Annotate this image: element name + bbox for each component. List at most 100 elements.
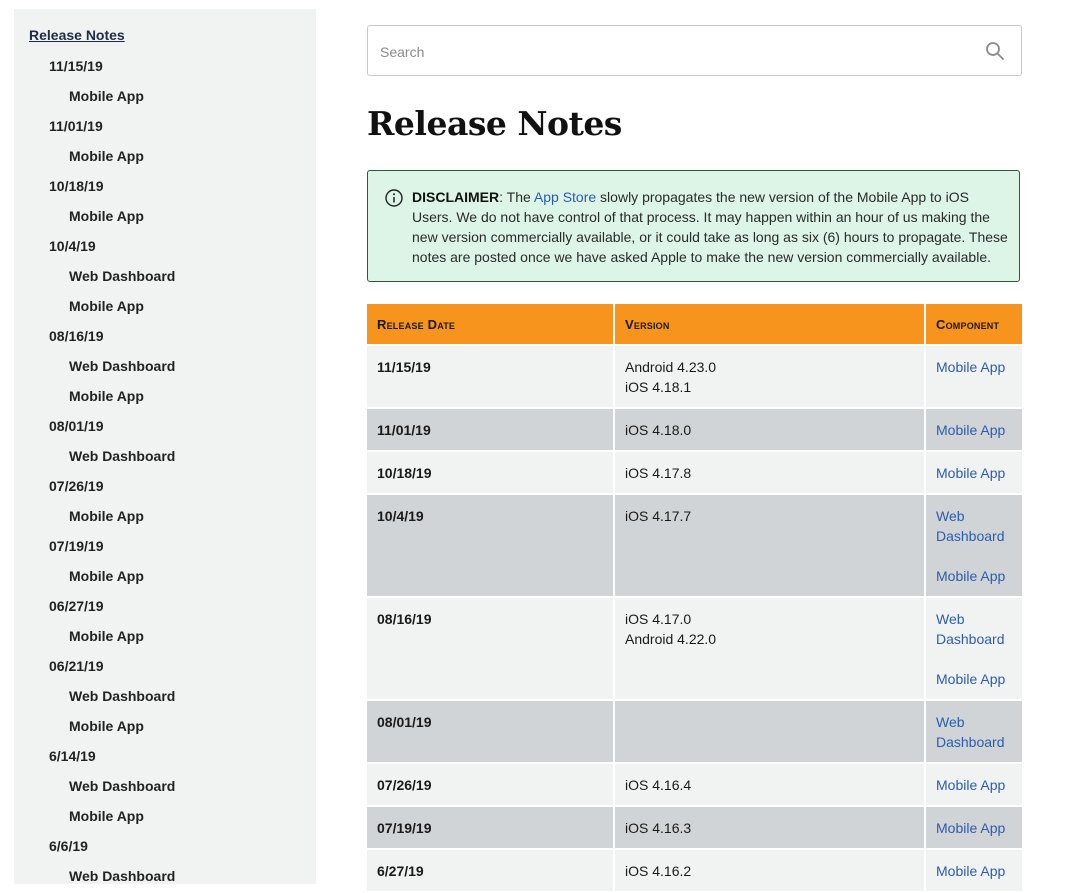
sidebar-component-link[interactable]: Mobile App xyxy=(14,141,316,171)
version-text: iOS 4.16.3 xyxy=(625,820,692,836)
component-cell: Mobile App xyxy=(926,409,1022,450)
release-date-cell: 11/01/19 xyxy=(367,409,613,450)
sidebar-date-link[interactable]: 08/01/19 xyxy=(14,411,316,441)
sidebar-list: 11/15/19 Mobile App 11/01/19 Mobile App 10/1… xyxy=(14,51,316,884)
sidebar-component-link[interactable]: Web Dashboard xyxy=(14,261,316,291)
component-cell: Mobile App xyxy=(926,452,1022,493)
component-link[interactable]: Mobile App xyxy=(936,357,1012,377)
component-cell: Web Dashboard xyxy=(926,701,1022,762)
sidebar-component-link[interactable]: Mobile App xyxy=(14,711,316,741)
sidebar-component-link[interactable]: Mobile App xyxy=(14,201,316,231)
component-link[interactable]: Mobile App xyxy=(936,775,1012,795)
search-input[interactable] xyxy=(378,26,972,77)
sidebar-date-link[interactable]: 07/19/19 xyxy=(14,531,316,561)
component-link[interactable]: Mobile App xyxy=(936,818,1012,838)
sidebar-component-link[interactable]: Mobile App xyxy=(14,81,316,111)
component-link[interactable]: Web Dashboard xyxy=(936,506,1012,546)
release-date-cell: 07/26/19 xyxy=(367,764,613,805)
release-notes-table: Release Date Version Component 11/15/19 A… xyxy=(365,302,1024,893)
sidebar-date-link[interactable]: 06/21/19 xyxy=(14,651,316,681)
sidebar-component-link[interactable]: Web Dashboard xyxy=(14,681,316,711)
version-text: iOS 4.17.7 xyxy=(625,508,692,524)
component-link[interactable]: Mobile App xyxy=(936,566,1012,586)
disclaimer-text: DISCLAIMER: The App Store slowly propaga… xyxy=(412,187,1008,267)
version-text: iOS 4.18.0 xyxy=(625,422,692,438)
component-cell: Mobile App xyxy=(926,764,1022,805)
version-cell: iOS 4.16.2 xyxy=(615,850,924,891)
sidebar-component-link[interactable]: Web Dashboard xyxy=(14,441,316,471)
component-cell: Web Dashboard Mobile App xyxy=(926,598,1022,699)
table-header-row: Release Date Version Component xyxy=(367,304,1022,344)
release-date-cell: 6/27/19 xyxy=(367,850,613,891)
component-link[interactable]: Web Dashboard xyxy=(936,609,1012,649)
table-body: 11/15/19 Android 4.23.0 iOS 4.18.1 Mobile A… xyxy=(367,346,1022,891)
component-link[interactable]: Mobile App xyxy=(936,463,1012,483)
component-cell: Mobile App xyxy=(926,850,1022,891)
sidebar-date-link[interactable]: 06/27/19 xyxy=(14,591,316,621)
table-row: 11/15/19 Android 4.23.0 iOS 4.18.1 Mobile A… xyxy=(367,346,1022,407)
sidebar-nav: Release Notes 11/15/19 Mobile App 11/01/19… xyxy=(14,9,316,884)
disclaimer-label: DISCLAIMER xyxy=(412,189,500,205)
header-version: Version xyxy=(615,304,924,344)
version-text: Android 4.23.0 xyxy=(625,359,717,375)
table-row: 11/01/19 iOS 4.18.0 Mobile App xyxy=(367,409,1022,450)
version-text: iOS 4.16.4 xyxy=(625,777,692,793)
release-date-cell: 11/15/19 xyxy=(367,346,613,407)
sidebar-date-link[interactable]: 6/6/19 xyxy=(14,831,316,861)
release-date-cell: 07/19/19 xyxy=(367,807,613,848)
sidebar-component-link[interactable]: Web Dashboard xyxy=(14,351,316,381)
release-date-cell: 08/01/19 xyxy=(367,701,613,762)
table-row: 08/01/19 Web Dashboard xyxy=(367,701,1022,762)
header-component: Component xyxy=(926,304,1022,344)
version-text: iOS 4.18.1 xyxy=(625,379,692,395)
sidebar-component-link[interactable]: Mobile App xyxy=(14,561,316,591)
component-link[interactable]: Mobile App xyxy=(936,861,1012,881)
sidebar-date-link[interactable]: 10/18/19 xyxy=(14,171,316,201)
sidebar-component-link[interactable]: Mobile App xyxy=(14,621,316,651)
disclaimer-text-prefix: : The xyxy=(499,189,534,205)
sidebar-component-link[interactable]: Mobile App xyxy=(14,291,316,321)
release-date-cell: 08/16/19 xyxy=(367,598,613,699)
search-icon[interactable] xyxy=(985,41,1005,61)
component-link[interactable]: Web Dashboard xyxy=(936,712,1012,752)
sidebar-date-link[interactable]: 11/15/19 xyxy=(14,51,316,81)
page-title: Release Notes xyxy=(367,104,622,143)
sidebar-component-link[interactable]: Web Dashboard xyxy=(14,861,316,884)
app-store-link[interactable]: App Store xyxy=(534,189,596,205)
table-row: 10/4/19 iOS 4.17.7 Web Dashboard Mobile App xyxy=(367,495,1022,596)
component-link[interactable]: Mobile App xyxy=(936,669,1012,689)
search-bar xyxy=(367,25,1022,77)
component-cell: Mobile App xyxy=(926,807,1022,848)
disclaimer-box: DISCLAIMER: The App Store slowly propaga… xyxy=(367,170,1020,282)
sidebar-date-link[interactable]: 07/26/19 xyxy=(14,471,316,501)
component-cell: Mobile App xyxy=(926,346,1022,407)
sidebar-date-link[interactable]: 08/16/19 xyxy=(14,321,316,351)
version-text: iOS 4.17.0 xyxy=(625,611,692,627)
sidebar-date-link[interactable]: 6/14/19 xyxy=(14,741,316,771)
info-icon xyxy=(385,189,403,207)
sidebar-root-link[interactable]: Release Notes xyxy=(29,27,125,43)
version-cell: iOS 4.18.0 xyxy=(615,409,924,450)
sidebar-date-link[interactable]: 11/01/19 xyxy=(14,111,316,141)
table-row: 6/27/19 iOS 4.16.2 Mobile App xyxy=(367,850,1022,891)
version-cell: iOS 4.17.0 Android 4.22.0 xyxy=(615,598,924,699)
sidebar-component-link[interactable]: Mobile App xyxy=(14,381,316,411)
version-text: Android 4.22.0 xyxy=(625,631,717,647)
table-row: 07/26/19 iOS 4.16.4 Mobile App xyxy=(367,764,1022,805)
sidebar-component-link[interactable]: Web Dashboard xyxy=(14,771,316,801)
sidebar-component-link[interactable]: Mobile App xyxy=(14,801,316,831)
component-link[interactable]: Mobile App xyxy=(936,420,1012,440)
version-cell: iOS 4.16.3 xyxy=(615,807,924,848)
component-cell: Web Dashboard Mobile App xyxy=(926,495,1022,596)
version-cell xyxy=(615,701,924,762)
sidebar-date-link[interactable]: 10/4/19 xyxy=(14,231,316,261)
version-text: iOS 4.17.8 xyxy=(625,465,692,481)
version-cell: iOS 4.16.4 xyxy=(615,764,924,805)
release-date-cell: 10/18/19 xyxy=(367,452,613,493)
version-cell: iOS 4.17.8 xyxy=(615,452,924,493)
version-text: iOS 4.16.2 xyxy=(625,863,692,879)
version-cell: Android 4.23.0 iOS 4.18.1 xyxy=(615,346,924,407)
sidebar-component-link[interactable]: Mobile App xyxy=(14,501,316,531)
table-row: 10/18/19 iOS 4.17.8 Mobile App xyxy=(367,452,1022,493)
release-date-cell: 10/4/19 xyxy=(367,495,613,596)
